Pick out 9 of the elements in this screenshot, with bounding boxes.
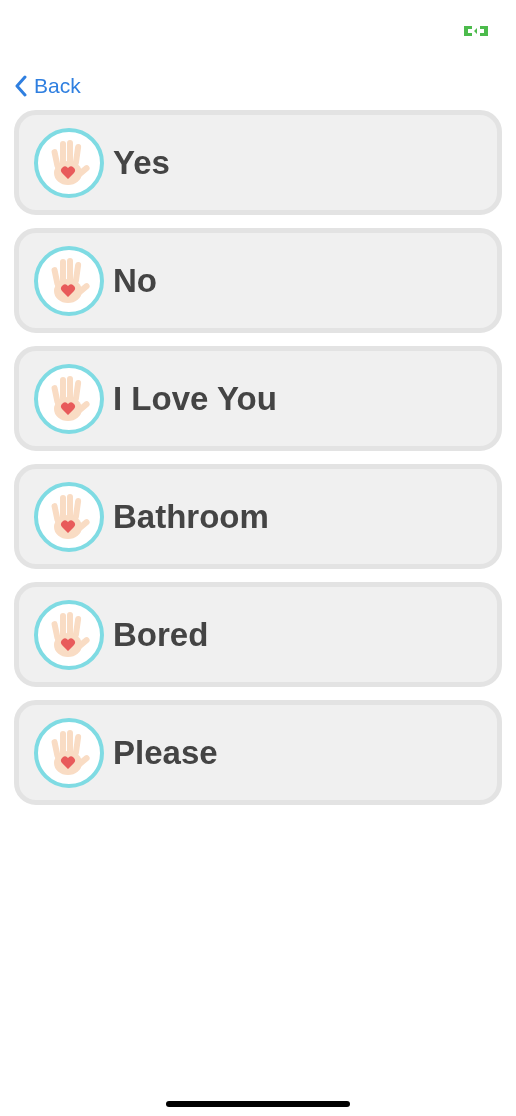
- back-button[interactable]: Back: [14, 64, 81, 108]
- phrase-card[interactable]: No: [14, 228, 502, 333]
- phrase-card[interactable]: Yes: [14, 110, 502, 215]
- phrase-card[interactable]: Please: [14, 700, 502, 805]
- chevron-left-icon: [14, 75, 28, 97]
- phrase-card[interactable]: Bathroom: [14, 464, 502, 569]
- phrase-card[interactable]: Bored: [14, 582, 502, 687]
- phrase-card[interactable]: I Love You: [14, 346, 502, 451]
- screen-mirroring-icon: [464, 26, 488, 36]
